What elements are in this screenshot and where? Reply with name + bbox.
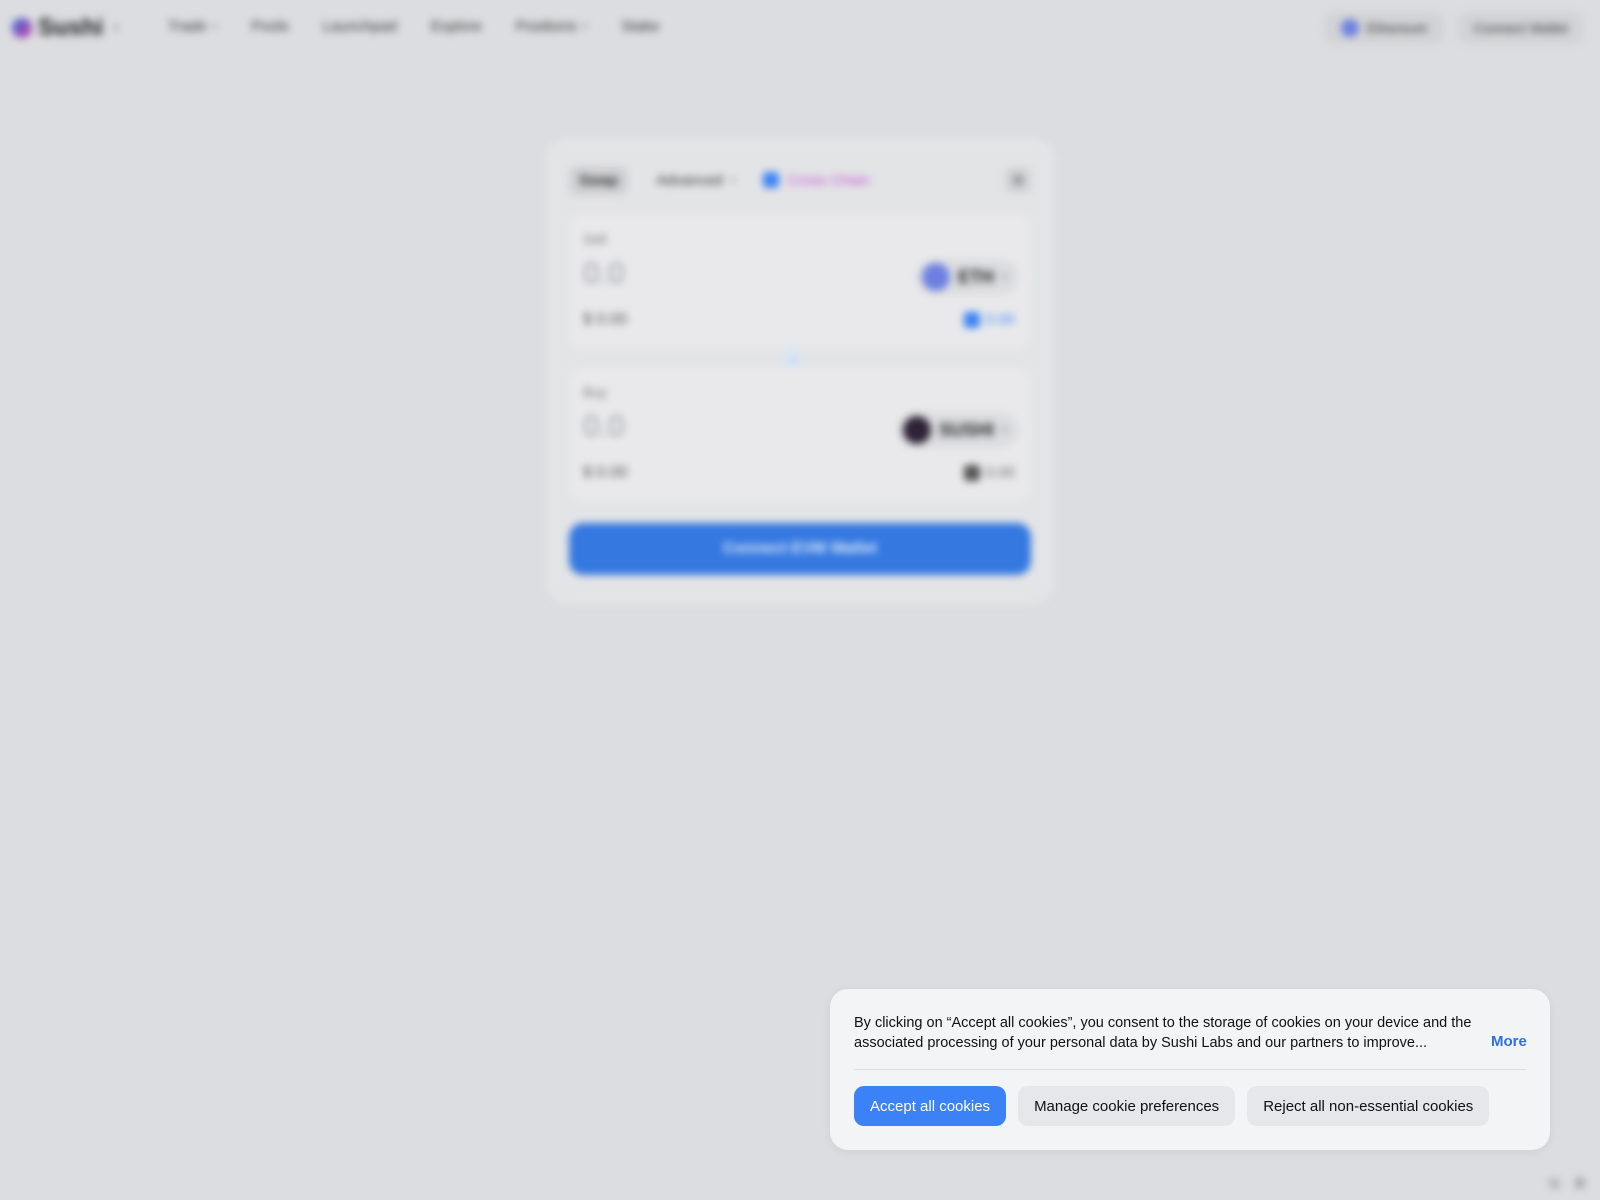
nav-link-pools[interactable]: Pools	[251, 18, 289, 35]
buy-balance: 0.00	[963, 464, 1015, 481]
top-navigation: Sushi ▾ Trade ▾ Pools Launchpad Explore P…	[0, 0, 1600, 56]
chevron-down-icon: ▾	[1001, 271, 1007, 283]
buy-panel: Buy 0.0 SUSHI ▾ $ 0.00 0.00	[569, 368, 1031, 502]
nav-link-label: Positions	[515, 18, 577, 35]
cookie-more-link[interactable]: More	[1491, 1033, 1527, 1050]
manage-cookie-preferences-button[interactable]: Manage cookie preferences	[1018, 1086, 1236, 1126]
nav-link-trade[interactable]: Trade ▾	[168, 18, 217, 35]
brand-logo[interactable]: Sushi ▾	[12, 14, 118, 42]
sell-panel: Sell 0.0 ETH ▾ $ 0.00 0.00	[569, 215, 1031, 349]
divider	[854, 1069, 1526, 1070]
eth-token-icon	[921, 263, 950, 291]
brand-name: Sushi	[38, 14, 104, 41]
wallet-icon	[963, 311, 980, 328]
sell-label: Sell	[583, 231, 607, 247]
connect-wallet-button[interactable]: Connect Wallet	[1457, 12, 1584, 44]
token-symbol: ETH	[957, 266, 994, 287]
chevron-down-icon: ▾	[113, 22, 119, 34]
sell-balance[interactable]: 0.00	[963, 311, 1015, 328]
buy-usd-value: $ 0.00	[583, 464, 628, 481]
nav-link-explore[interactable]: Explore	[431, 18, 482, 35]
nav-link-label: Trade	[168, 18, 207, 35]
tab-label: Advanced	[656, 171, 723, 189]
accept-all-cookies-button[interactable]: Accept all cookies	[854, 1086, 1007, 1126]
corner-icons: ⧉ ⚙	[1549, 1175, 1586, 1192]
switch-direction-icon[interactable]: ↓	[781, 346, 805, 370]
cookie-banner: By clicking on “Accept all cookies”, you…	[830, 989, 1550, 1150]
chevron-down-icon: ▾	[730, 174, 736, 185]
cookie-consent-text: By clicking on “Accept all cookies”, you…	[854, 1015, 1472, 1051]
chevron-down-icon: ▾	[1001, 424, 1007, 436]
buy-amount-input[interactable]: 0.0	[583, 410, 625, 444]
sushi-logo-icon	[12, 18, 32, 38]
balance-value: 0.00	[985, 464, 1015, 481]
nav-link-launchpad[interactable]: Launchpad	[323, 18, 397, 35]
chevron-down-icon: ▾	[212, 21, 218, 31]
sell-amount-input[interactable]: 0.0	[583, 257, 625, 291]
nav-link-stake[interactable]: Stake	[621, 18, 659, 35]
chevron-down-icon: ▾	[582, 21, 588, 31]
tab-cross-chain[interactable]: Cross Chain	[763, 172, 870, 189]
ethereum-icon	[1340, 19, 1359, 37]
wallet-icon	[963, 464, 980, 481]
buy-label: Buy	[583, 384, 608, 400]
token-symbol: SUSHI	[938, 419, 994, 440]
gear-icon[interactable]: ⚙	[1005, 167, 1031, 193]
cross-chain-icon	[763, 172, 780, 188]
balance-value: 0.00	[985, 311, 1015, 328]
nav-links: Trade ▾ Pools Launchpad Explore Positions…	[168, 18, 660, 35]
copy-icon[interactable]: ⧉	[1549, 1175, 1559, 1192]
tab-advanced[interactable]: Advanced ▾	[646, 166, 745, 195]
tab-swap[interactable]: Swap	[569, 165, 629, 195]
tab-label: Cross Chain	[787, 171, 870, 189]
sell-usd-value: $ 0.00	[583, 311, 628, 328]
chain-label: Ethereum	[1366, 20, 1428, 36]
reject-non-essential-cookies-button[interactable]: Reject all non-essential cookies	[1247, 1086, 1490, 1126]
nav-link-positions[interactable]: Positions ▾	[516, 18, 587, 35]
cookie-actions: Accept all cookies Manage cookie prefere…	[854, 1086, 1490, 1126]
swap-card: Swap Advanced ▾ Cross Chain ⚙ Sell 0.0 ET…	[545, 138, 1055, 604]
chain-selector-button[interactable]: Ethereum	[1324, 12, 1444, 44]
sushi-token-icon	[902, 416, 931, 444]
connect-evm-wallet-button[interactable]: Connect EVM Wallet	[569, 523, 1031, 575]
sell-token-selector[interactable]: ETH ▾	[915, 259, 1019, 295]
settings-icon[interactable]: ⚙	[1573, 1175, 1586, 1192]
swap-tabs: Swap Advanced ▾ Cross Chain ⚙	[569, 163, 1031, 197]
buy-token-selector[interactable]: SUSHI ▾	[896, 412, 1019, 448]
nav-right: Ethereum Connect Wallet	[1324, 12, 1584, 44]
